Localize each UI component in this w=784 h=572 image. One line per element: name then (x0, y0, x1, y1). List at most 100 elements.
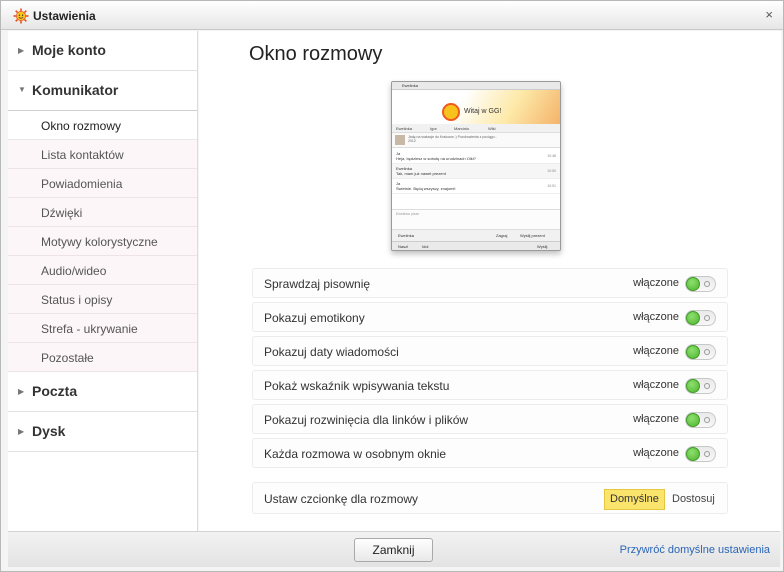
preview-window-title: Ewelinka (392, 82, 560, 90)
toggle-knob (686, 447, 700, 461)
sidebar-item-audio-wideo[interactable]: Audio/wideo (8, 256, 197, 285)
preview-tab: Marcinio (454, 126, 470, 131)
sidebar-item-dzwieki[interactable]: Dźwięki (8, 198, 197, 227)
option-state: włączone (633, 413, 679, 425)
preview-toolbar-left: Ewelinka (398, 233, 415, 238)
sidebar-section-komunikator[interactable]: ▼ Komunikator (8, 71, 197, 111)
preview-footer: Naszl Idol Wyślij (392, 241, 560, 250)
preview-game-button: Zagraj (496, 233, 508, 238)
sidebar-item-status-i-opisy[interactable]: Status i opisy (8, 285, 197, 314)
emoticons-toggle[interactable] (685, 310, 716, 326)
link-previews-toggle[interactable] (685, 412, 716, 428)
preview-message-text: Tak, mam już nawet prezent (396, 171, 446, 176)
title-bar: Ustawienia × (1, 1, 783, 30)
sidebar-item-motywy-kolorystyczne[interactable]: Motywy kolorystyczne (8, 227, 197, 256)
preview-tabs: Ewelinka Igor Marcinio Wiki (392, 124, 560, 133)
preview-tab: Igor (430, 126, 437, 131)
option-state: włączone (633, 277, 679, 289)
toggle-off-ring-icon (704, 417, 710, 423)
close-icon[interactable]: × (765, 7, 773, 23)
preview-message-text: Heja, będziesz w sobotę na urodzinach Ol… (396, 156, 476, 161)
option-label: Każda rozmowa w osobnym oknie (264, 447, 447, 461)
sidebar-item-label: Powiadomienia (41, 177, 123, 191)
sidebar-section-dysk[interactable]: ▶ Dysk (8, 412, 197, 452)
preview-contact-header: Jadę na wakacje do Krakowa :) Pozdrowien… (392, 133, 560, 148)
option-row-separate-windows: Każda rozmowa w osobnym oknie włączone (252, 438, 728, 468)
sidebar-item-label: Lista kontaktów (41, 148, 124, 162)
preview-contact-description: Jadę na wakacje do Krakowa :) Pozdrowien… (408, 135, 497, 143)
option-state: włączone (633, 379, 679, 391)
preview-input: Ewelinka pisze (392, 209, 560, 229)
toggle-off-ring-icon (704, 383, 710, 389)
option-row-typing-indicator: Pokaż wskaźnik wpisywania tekstu włączon… (252, 370, 728, 400)
preview-tab: Ewelinka (396, 126, 413, 131)
sidebar-section-label: Komunikator (32, 82, 119, 98)
settings-sidebar: ▶ Moje konto ▼ Komunikator Okno rozmowy … (8, 31, 198, 531)
toggle-off-ring-icon (704, 349, 710, 355)
sidebar-item-label: Okno rozmowy (41, 119, 122, 133)
typing-indicator-toggle[interactable] (685, 378, 716, 394)
separate-windows-toggle[interactable] (685, 446, 716, 462)
preview-message: Ewelinka Tak, mam już nawet prezent 10:5… (392, 164, 560, 179)
sidebar-item-pozostale[interactable]: Pozostałe (8, 343, 197, 372)
preview-messages: Ja Heja, będziesz w sobotę na urodzinach… (392, 149, 560, 209)
chevron-right-icon: ▶ (18, 46, 25, 55)
chevron-right-icon: ▶ (18, 387, 25, 396)
chevron-right-icon: ▶ (18, 427, 25, 436)
sidebar-item-lista-kontaktow[interactable]: Lista kontaktów (8, 140, 197, 169)
preview-footer-left: Naszl (398, 244, 409, 249)
dialog-footer: Zamknij Przywróć domyślne ustawienia (8, 531, 780, 567)
chevron-down-icon: ▼ (18, 85, 26, 94)
settings-content: Okno rozmowy Ewelinka Witaj w GG! Ewelin… (199, 31, 781, 531)
option-row-emoticons: Pokazuj emotikony włączone (252, 302, 728, 332)
sidebar-section-moje-konto[interactable]: ▶ Moje konto (8, 31, 197, 71)
sidebar-item-strefa-ukrywanie[interactable]: Strefa - ukrywanie (8, 314, 197, 343)
preview-send-button: Wyślij (537, 244, 548, 249)
preview-tab: Wiki (488, 126, 496, 131)
sidebar-item-label: Motywy kolorystyczne (41, 235, 158, 249)
gg-sun-icon (13, 8, 29, 24)
preview-message-time: 10:48 (547, 154, 556, 158)
option-row-message-dates: Pokazuj daty wiadomości włączone (252, 336, 728, 366)
font-default-button[interactable]: Domyślne (604, 489, 665, 510)
option-row-spellcheck: Sprawdzaj pisownię włączone (252, 268, 728, 298)
toggle-off-ring-icon (704, 315, 710, 321)
option-label: Pokazuj rozwinięcia dla linków i plików (264, 413, 469, 427)
close-button[interactable]: Zamknij (354, 538, 433, 562)
settings-window: Ustawienia × ▶ Moje konto ▼ Komunikator … (0, 0, 784, 572)
restore-defaults-link[interactable]: Przywróć domyślne ustawienia (620, 544, 770, 556)
toggle-knob (686, 379, 700, 393)
toggle-off-ring-icon (704, 451, 710, 457)
preview-toolbar: Ewelinka Zagraj Wyślij prezent (392, 229, 560, 241)
sidebar-item-label: Dźwięki (41, 206, 83, 220)
sidebar-item-okno-rozmowy[interactable]: Okno rozmowy (8, 111, 197, 140)
sidebar-section-poczta[interactable]: ▶ Poczta (8, 372, 197, 412)
option-label: Ustaw czcionkę dla rozmowy (264, 492, 419, 506)
window-title: Ustawienia (33, 9, 96, 23)
chat-window-preview: Ewelinka Witaj w GG! Ewelinka Igor Marci… (389, 81, 565, 255)
sidebar-item-label: Status i opisy (41, 293, 113, 307)
toggle-knob (686, 311, 700, 325)
preview-message-time: 10:50 (547, 169, 556, 173)
sidebar-section-label: Moje konto (32, 42, 106, 58)
option-label: Sprawdzaj pisownię (264, 277, 371, 291)
spellcheck-toggle[interactable] (685, 276, 716, 292)
option-row-link-previews: Pokazuj rozwinięcia dla linków i plików … (252, 404, 728, 434)
toggle-knob (686, 277, 700, 291)
toggle-knob (686, 413, 700, 427)
option-row-font: Ustaw czcionkę dla rozmowy Domyślne Dost… (252, 482, 728, 514)
message-dates-toggle[interactable] (685, 344, 716, 360)
sidebar-item-label: Strefa - ukrywanie (41, 322, 138, 336)
sidebar-item-label: Pozostałe (41, 351, 94, 365)
preview-banner-text: Witaj w GG! (464, 108, 502, 115)
preview-message: Ja Świetnie. Będą wszyscy, znajomi! 10:5… (392, 179, 560, 194)
preview-message-text: Świetnie. Będą wszyscy, znajomi! (396, 186, 456, 191)
option-state: włączone (633, 311, 679, 323)
toggle-knob (686, 345, 700, 359)
preview-message: Ja Heja, będziesz w sobotę na urodzinach… (392, 149, 560, 164)
option-label: Pokaż wskaźnik wpisywania tekstu (264, 379, 450, 393)
sidebar-section-label: Dysk (32, 423, 66, 439)
font-customize-button[interactable]: Dostosuj (666, 489, 721, 510)
sidebar-item-powiadomienia[interactable]: Powiadomienia (8, 169, 197, 198)
preview-frame: Ewelinka Witaj w GG! Ewelinka Igor Marci… (391, 81, 561, 251)
